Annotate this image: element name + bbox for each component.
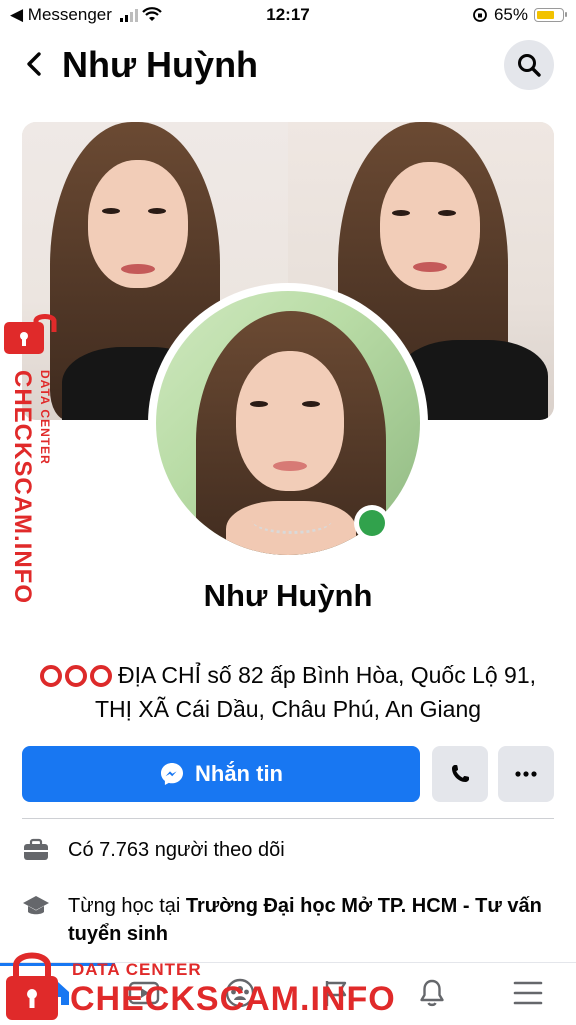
briefcase-icon — [22, 836, 50, 864]
profile-header: Như Huỳnh — [0, 34, 576, 98]
lock-icon — [6, 952, 58, 1020]
battery-percent: 65% — [493, 5, 528, 24]
status-right: 65% — [472, 5, 567, 25]
divider — [22, 818, 554, 819]
online-status-indicator — [354, 505, 390, 541]
red-circles-emoji-icon — [39, 665, 112, 687]
page-title: Như Huỳnh — [62, 44, 259, 85]
followers-row: Có 7.763 người theo dõi — [22, 836, 554, 864]
chevron-left-icon — [27, 52, 41, 76]
education-prefix: Từng học tại — [68, 895, 186, 917]
watermark-brand-vertical: CHECKSCAM.INFO — [9, 370, 36, 604]
menu-icon — [513, 981, 543, 1005]
profile-bio: ĐỊA CHỈ số 82 ấp Bình Hòa, Quốc Lộ 91, T… — [24, 658, 552, 726]
watermark-sub-vertical: DATA CENTER — [38, 370, 52, 465]
online-dot — [359, 510, 385, 536]
watermark-sub: DATA CENTER — [72, 960, 202, 979]
orientation-lock-icon — [473, 8, 487, 22]
search-icon — [518, 54, 541, 77]
more-button[interactable] — [498, 746, 554, 802]
education-row: Từng học tại Trường Đại học Mở TP. HCM -… — [22, 892, 554, 948]
more-icon — [515, 771, 537, 777]
nav-menu[interactable] — [504, 971, 552, 1015]
phone-icon — [452, 765, 469, 782]
profile-name: Như Huỳnh — [203, 578, 373, 613]
nav-notifications[interactable] — [408, 971, 456, 1015]
education-text: Từng học tại Trường Đại học Mở TP. HCM -… — [68, 892, 554, 948]
bio-text: ĐỊA CHỈ số 82 ấp Bình Hòa, Quốc Lộ 91, T… — [94, 662, 537, 722]
graduation-cap-icon — [22, 892, 50, 920]
watermark-bottom: DATA CENTER CHECKSCAM.INFO — [4, 946, 395, 1024]
call-button[interactable] — [432, 746, 488, 802]
lock-icon — [4, 314, 57, 354]
message-button[interactable]: Nhắn tin — [22, 746, 420, 802]
search-button[interactable] — [504, 40, 554, 90]
back-button[interactable] — [16, 46, 52, 82]
battery-icon — [534, 8, 567, 22]
watermark-side: CHECKSCAM.INFO DATA CENTER — [4, 312, 64, 604]
bell-icon — [420, 979, 444, 1007]
watermark-brand: CHECKSCAM.INFO — [70, 980, 396, 1018]
status-bar: ◀ Messenger 12:17 65% — [0, 0, 576, 34]
followers-text: Có 7.763 người theo dõi — [68, 839, 285, 861]
message-button-label: Nhắn tin — [195, 761, 283, 786]
messenger-icon — [161, 763, 183, 785]
